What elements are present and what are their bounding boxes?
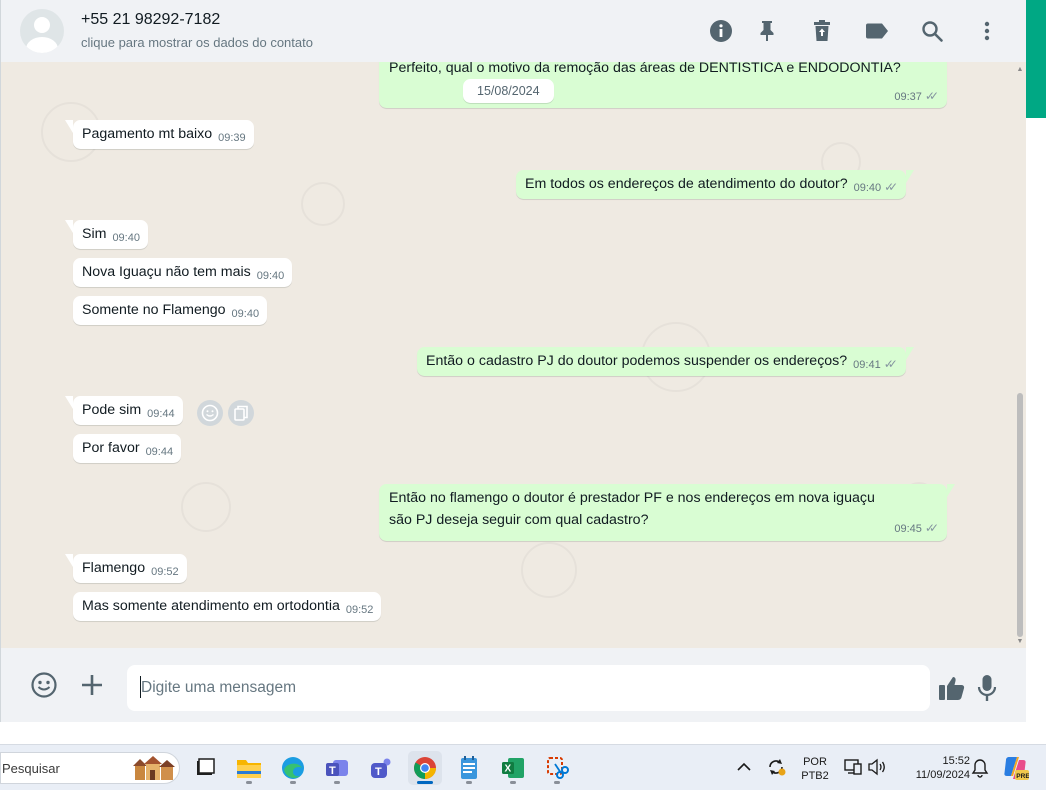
read-ticks-icon: ✓✓: [884, 180, 898, 194]
message-bubble-incoming[interactable]: Por favor 09:44: [73, 434, 182, 463]
message-bubble-incoming[interactable]: Flamengo 09:52: [65, 554, 187, 583]
scroll-up-arrow-icon[interactable]: ▲: [1016, 66, 1024, 74]
copilot-icon[interactable]: PRE: [1001, 754, 1030, 787]
keyboard-layout: PTB2: [801, 770, 829, 782]
message-bubble-outgoing[interactable]: Então no flamengo o doutor é prestador P…: [379, 484, 955, 541]
read-ticks-icon: ✓✓: [924, 89, 939, 103]
message-time: 09:52: [345, 604, 374, 616]
copy-icon[interactable]: [228, 400, 254, 426]
chrome-icon[interactable]: [408, 751, 442, 785]
sync-icon[interactable]: [766, 757, 786, 782]
composer: [0, 648, 1026, 722]
svg-text:PRE: PRE: [1016, 773, 1029, 780]
read-ticks-icon: ✓✓: [883, 357, 898, 371]
network-icon[interactable]: [843, 758, 863, 781]
message-input[interactable]: [127, 665, 930, 711]
microphone-icon[interactable]: [976, 673, 998, 708]
clock-date: 11/09/2024: [915, 769, 970, 781]
message-time: 09:37: [894, 91, 922, 103]
message-bubble-incoming[interactable]: Pagamento mt baixo 09:39: [65, 120, 254, 149]
menu-icon[interactable]: [974, 18, 1000, 44]
attach-icon[interactable]: [79, 672, 105, 703]
file-explorer-icon[interactable]: [232, 751, 266, 785]
thumbs-up-icon[interactable]: [937, 674, 967, 707]
info-icon[interactable]: [708, 18, 734, 44]
message-text: Por favor: [82, 440, 140, 456]
message-bubble-outgoing[interactable]: Em todos os endereços de atendimento do …: [516, 170, 915, 199]
emoji-icon[interactable]: [30, 671, 58, 704]
svg-text:X: X: [505, 764, 512, 775]
search-icon[interactable]: [919, 18, 945, 44]
message-text: Perfeito, qual o motivo da remoção das á…: [389, 62, 901, 76]
accent-bar: [1026, 0, 1046, 118]
contact-avatar[interactable]: [20, 9, 64, 53]
text-caret: [140, 676, 141, 698]
message-text-line-1: Então no flamengo o doutor é prestador P…: [389, 490, 875, 506]
taskbar-search-text: Pesquisar: [2, 761, 60, 776]
message-time: 09:40: [231, 308, 260, 320]
teams-work-icon[interactable]: T: [320, 751, 354, 785]
message-bubble-incoming[interactable]: Sim 09:40: [65, 220, 148, 249]
pin-icon[interactable]: [754, 18, 780, 44]
message-time: 09:40: [112, 232, 140, 244]
edge-icon[interactable]: [276, 751, 310, 785]
message-text: Mas somente atendimento em ortodontia: [82, 598, 340, 614]
task-view-icon[interactable]: [188, 751, 222, 785]
message-time: 09:40: [853, 182, 882, 194]
message-time: 09:40: [256, 270, 285, 282]
search-highlight-image-icon: [131, 756, 177, 782]
tray-chevron-up-icon[interactable]: [736, 760, 752, 779]
date-divider: 15/08/2024: [463, 79, 554, 103]
notification-bell-icon[interactable]: [971, 758, 989, 783]
message-time: 09:45: [894, 523, 922, 535]
react-emoji-icon[interactable]: [197, 400, 223, 426]
message-time: 09:44: [147, 408, 175, 420]
taskbar-search[interactable]: Pesquisar: [0, 752, 180, 784]
contact-subtitle[interactable]: clique para mostrar os dados do contato: [81, 35, 313, 50]
contact-name[interactable]: +55 21 98292-7182: [81, 11, 220, 29]
language-indicator[interactable]: POR PTB2: [798, 755, 832, 783]
read-ticks-icon: ✓✓: [924, 521, 939, 535]
message-text: Nova Iguaçu não tem mais: [82, 264, 251, 280]
label-icon[interactable]: [864, 18, 890, 44]
notepad-icon[interactable]: [452, 751, 486, 785]
message-text: Pagamento mt baixo: [82, 126, 213, 142]
message-text: Então o cadastro PJ do doutor podemos su…: [426, 353, 848, 369]
message-bubble-incoming[interactable]: Nova Iguaçu não tem mais 09:40: [73, 258, 293, 287]
message-text: Flamengo: [82, 560, 146, 576]
message-list[interactable]: Perfeito, qual o motivo da remoção das á…: [0, 62, 1026, 648]
message-text: Pode sim: [82, 402, 142, 418]
taskbar: Pesquisar T T X POR PTB2 15:52 11/09/202…: [0, 744, 1046, 790]
excel-icon[interactable]: X: [496, 751, 530, 785]
message-bubble-incoming[interactable]: Mas somente atendimento em ortodontia 09:…: [73, 592, 382, 621]
message-text-line-2: são PJ deseja seguir com qual cadastro?: [389, 512, 649, 528]
message-text: Em todos os endereços de atendimento do …: [525, 176, 848, 192]
teams-icon[interactable]: T: [364, 751, 398, 785]
scroll-down-arrow-icon[interactable]: ▼: [1016, 638, 1024, 646]
chat-header: +55 21 98292-7182 clique para mostrar os…: [0, 0, 1026, 62]
message-bubble-incoming[interactable]: Pode sim 09:44: [65, 396, 183, 425]
message-bubble-incoming[interactable]: Somente no Flamengo 09:40: [73, 296, 268, 325]
message-time: 09:39: [218, 132, 246, 144]
volume-icon[interactable]: [867, 758, 887, 781]
window-bottom-edge: [0, 722, 1046, 744]
message-text: Somente no Flamengo: [82, 302, 226, 318]
message-time: 09:41: [853, 359, 881, 371]
message-time: 09:44: [145, 446, 174, 458]
clock[interactable]: 15:52 11/09/2024: [896, 754, 970, 782]
message-time: 09:52: [151, 566, 179, 578]
chat-scrollbar-thumb[interactable]: [1017, 393, 1023, 637]
message-bubble-outgoing[interactable]: Então o cadastro PJ do doutor podemos su…: [417, 347, 914, 376]
language-code: POR: [803, 756, 827, 768]
snipping-tool-icon[interactable]: [540, 751, 574, 785]
svg-text:T: T: [329, 765, 336, 777]
clock-time: 15:52: [942, 755, 970, 767]
delete-icon[interactable]: [809, 18, 835, 44]
message-text: Sim: [82, 226, 107, 242]
svg-text:T: T: [375, 766, 382, 778]
